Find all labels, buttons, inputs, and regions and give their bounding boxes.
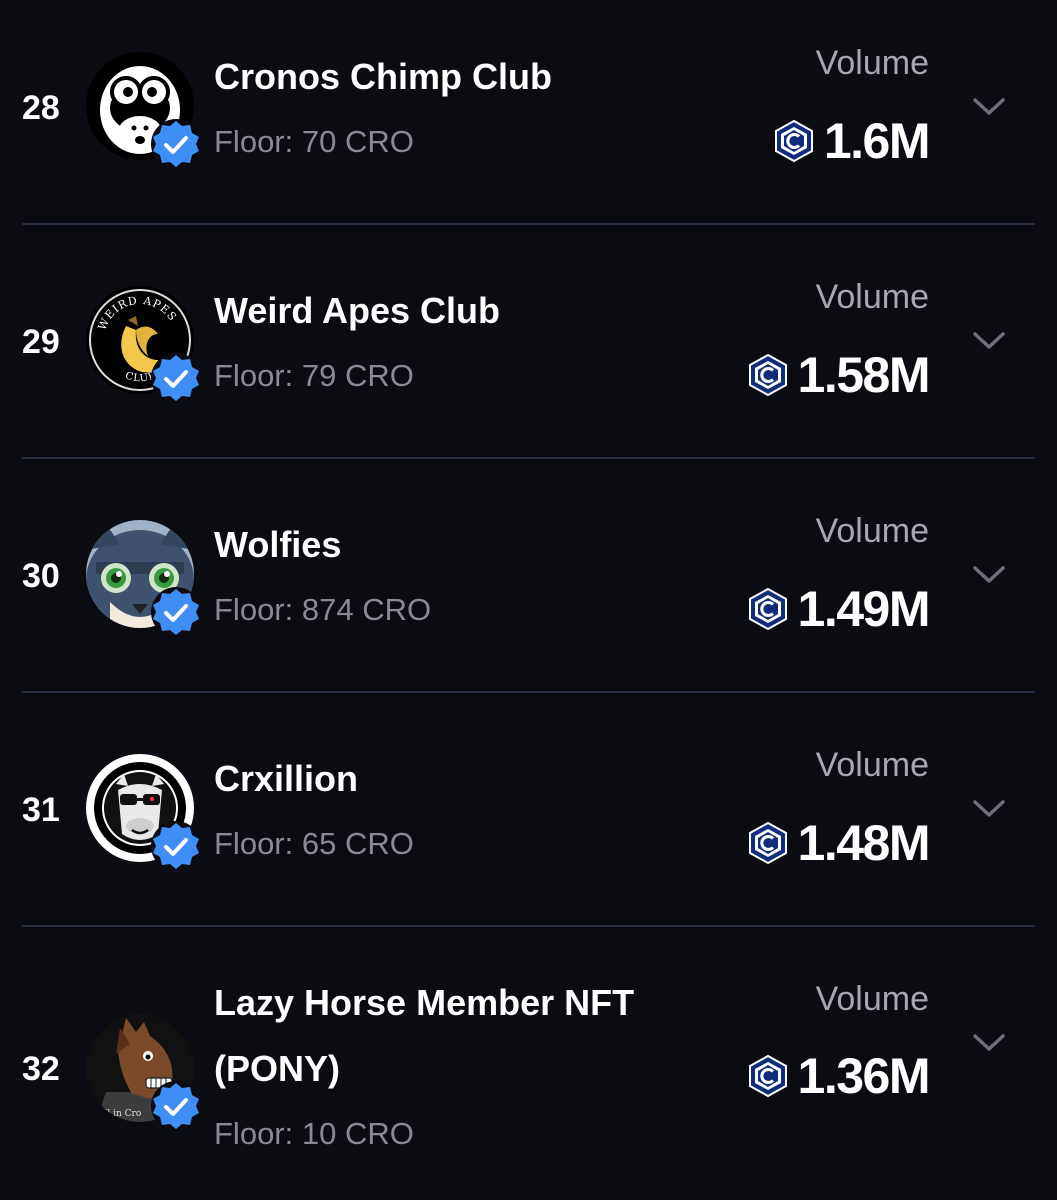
floor-price: Floor: 79 CRO	[214, 358, 414, 393]
floor-price: Floor: 874 CRO	[214, 592, 432, 627]
collection-avatar[interactable]	[86, 754, 201, 871]
collection-list: 28 Cronos Chimp Club Floor: 70 CRO Volum…	[0, 0, 1057, 1200]
rank-number: 28	[22, 89, 60, 127]
collection-row[interactable]: 32 All in Cro Lazy Horse Member NFT (PON…	[0, 936, 1057, 1200]
volume-value: 1.36M	[797, 1048, 931, 1104]
collection-avatar[interactable]	[86, 520, 201, 637]
verified-badge-icon	[151, 587, 201, 637]
row-divider	[22, 691, 1035, 693]
row-divider	[22, 223, 1035, 225]
svg-text:All in Cro: All in Cro	[97, 1109, 141, 1119]
cro-token-icon	[774, 120, 813, 162]
chevron-down-icon[interactable]	[970, 328, 1008, 352]
volume-label: Volume	[815, 512, 929, 550]
collection-name[interactable]: Wolfies	[214, 512, 694, 578]
collection-name[interactable]: Crxillion	[214, 746, 694, 812]
volume-display: 1.48M	[748, 813, 931, 873]
rank-number: 32	[22, 1050, 60, 1088]
volume-value: 1.49M	[797, 581, 931, 637]
floor-price: Floor: 70 CRO	[214, 124, 414, 159]
verified-badge-icon	[151, 1081, 201, 1131]
cro-token-icon	[748, 354, 787, 396]
cro-token-icon	[748, 588, 787, 630]
chevron-down-icon[interactable]	[970, 562, 1008, 586]
collection-avatar[interactable]	[86, 52, 201, 169]
volume-value: 1.58M	[797, 347, 931, 403]
rank-number: 30	[22, 557, 60, 595]
verified-badge-icon	[151, 353, 201, 403]
collection-row[interactable]: 28 Cronos Chimp Club Floor: 70 CRO Volum…	[0, 0, 1057, 234]
volume-display: 1.49M	[748, 579, 931, 639]
collection-name[interactable]: Weird Apes Club	[214, 278, 694, 344]
chevron-down-icon[interactable]	[970, 1030, 1008, 1054]
collection-name[interactable]: Cronos Chimp Club	[214, 44, 694, 110]
chevron-down-icon[interactable]	[970, 94, 1008, 118]
collection-row[interactable]: 29 WEIRD APES CLUB	[0, 234, 1057, 468]
cro-token-icon	[748, 1055, 787, 1097]
volume-label: Volume	[815, 278, 929, 316]
row-divider	[22, 457, 1035, 459]
volume-display: 1.36M	[748, 1046, 931, 1106]
rank-number: 29	[22, 323, 60, 361]
rank-number: 31	[22, 791, 60, 829]
verified-badge-icon	[151, 821, 201, 871]
chevron-down-icon[interactable]	[970, 796, 1008, 820]
volume-label: Volume	[815, 746, 929, 784]
volume-label: Volume	[815, 44, 929, 82]
floor-price: Floor: 65 CRO	[214, 826, 414, 861]
collection-name[interactable]: Lazy Horse Member NFT (PONY)	[214, 970, 694, 1102]
floor-price: Floor: 10 CRO	[214, 1116, 414, 1151]
verified-badge-icon	[151, 119, 201, 169]
collection-row[interactable]: 31 Crxillion Floor: 65 CRO Volume 1.48M	[0, 702, 1057, 936]
collection-avatar[interactable]: All in Cro	[86, 1014, 201, 1131]
collection-avatar[interactable]: WEIRD APES CLUB	[86, 286, 201, 403]
volume-value: 1.48M	[797, 815, 931, 871]
volume-display: 1.58M	[748, 345, 931, 405]
volume-label: Volume	[815, 980, 929, 1018]
row-divider	[22, 925, 1035, 927]
collection-row[interactable]: 30 Wolfies Floor: 874 CRO Volume 1.49M	[0, 468, 1057, 702]
volume-display: 1.6M	[774, 111, 931, 171]
volume-value: 1.6M	[823, 113, 931, 169]
cro-token-icon	[748, 822, 787, 864]
